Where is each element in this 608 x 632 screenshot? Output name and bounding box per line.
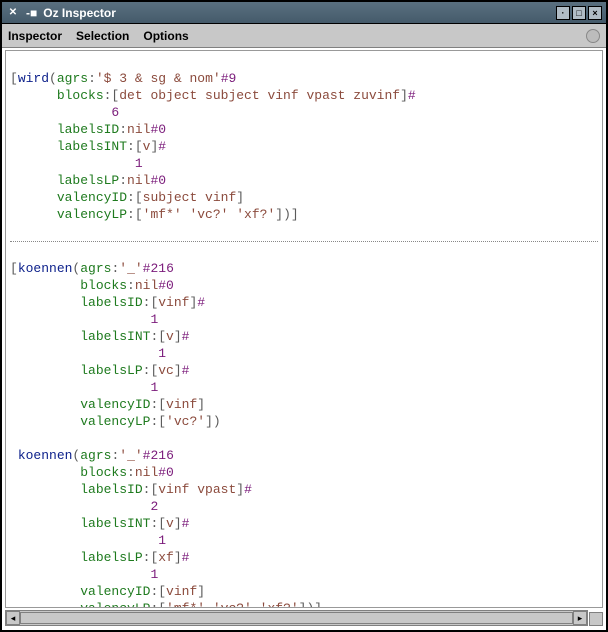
scroll-thumb[interactable] (20, 612, 573, 624)
close-button[interactable]: × (588, 6, 602, 20)
horizontal-scrollbar[interactable]: ◂ ▸ (5, 610, 588, 626)
inspector-content[interactable]: [wird(agrs:'$ 3 & sg & nom'#9 blocks:[de… (5, 50, 603, 608)
menu-selection[interactable]: Selection (76, 29, 129, 43)
status-indicator-icon (586, 29, 600, 43)
window-icon: ✕ (6, 6, 20, 20)
window-titlebar: ✕ -■ Oz Inspector · □ × (2, 2, 606, 24)
scroll-right-icon[interactable]: ▸ (573, 611, 587, 625)
resize-grip-icon[interactable] (589, 612, 603, 626)
menu-bar: Inspector Selection Options (2, 24, 606, 48)
scroll-left-icon[interactable]: ◂ (6, 611, 20, 625)
scroll-track[interactable] (20, 611, 573, 625)
record-koennen-2[interactable]: koennen(agrs:'_'#216 blocks:nil#0 labels… (10, 447, 598, 608)
menu-inspector[interactable]: Inspector (8, 29, 62, 43)
maximize-button[interactable]: □ (572, 6, 586, 20)
record-wird[interactable]: [wird(agrs:'$ 3 & sg & nom'#9 blocks:[de… (10, 70, 598, 223)
minimize-button[interactable]: · (556, 6, 570, 20)
window-dash-icon: -■ (26, 6, 37, 20)
record-koennen-1[interactable]: [koennen(agrs:'_'#216 blocks:nil#0 label… (10, 260, 598, 430)
separator (10, 241, 598, 242)
menu-options[interactable]: Options (143, 29, 188, 43)
window-title: Oz Inspector (43, 6, 556, 20)
